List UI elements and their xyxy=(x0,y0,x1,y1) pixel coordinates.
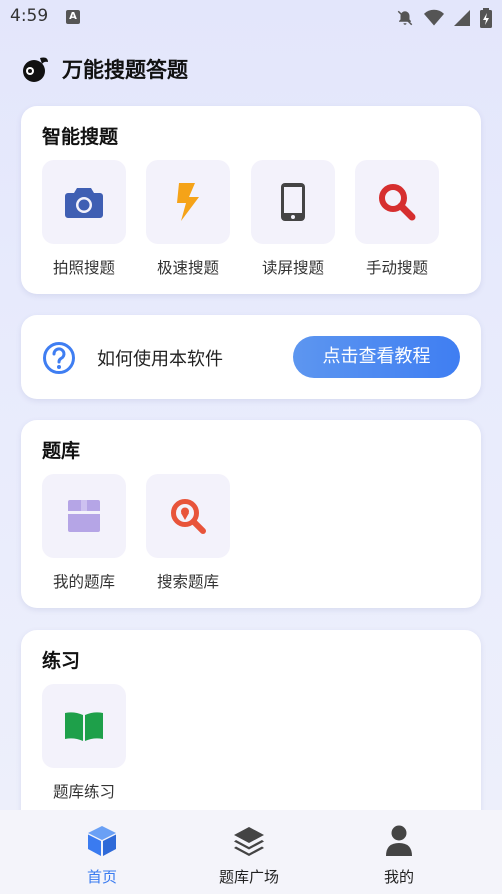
nav-question-plaza[interactable]: 题库广场 xyxy=(199,824,299,887)
app-logo-icon xyxy=(23,57,48,82)
person-icon xyxy=(386,825,412,856)
tile-label: 极速搜题 xyxy=(156,259,219,277)
status-bar: 4:59 A xyxy=(0,0,502,36)
manual-search-tile[interactable]: 手动搜题 xyxy=(355,160,439,278)
practice-card: 练习 题库练习 xyxy=(21,630,481,830)
battery-icon xyxy=(480,8,492,28)
app-title: 万能搜题答题 xyxy=(62,58,188,82)
photo-search-tile[interactable]: 拍照搜题 xyxy=(42,160,126,278)
open-book-icon xyxy=(65,712,103,741)
help-text: 如何使用本软件 xyxy=(97,349,223,370)
wifi-icon xyxy=(424,9,444,26)
signal-icon xyxy=(454,10,470,26)
nav-mine[interactable]: 我的 xyxy=(349,824,449,887)
screen-search-tile[interactable]: 读屏搜题 xyxy=(251,160,335,278)
search-question-bank-tile[interactable]: 搜索题库 xyxy=(146,474,230,592)
status-time: 4:59 xyxy=(10,6,49,26)
location-search-icon xyxy=(171,499,206,534)
card-title: 智能搜题 xyxy=(42,126,119,148)
status-icons xyxy=(396,8,492,28)
box-icon xyxy=(68,500,100,532)
fast-search-tile[interactable]: 极速搜题 xyxy=(146,160,230,278)
phone-icon xyxy=(281,183,305,221)
layers-icon xyxy=(234,827,264,856)
question-circle-icon xyxy=(43,342,75,374)
app-header: 万能搜题答题 xyxy=(20,54,188,84)
nav-home[interactable]: 首页 xyxy=(52,824,152,887)
bottom-nav: 首页 题库广场 我的 xyxy=(0,810,502,894)
tile-label: 搜索题库 xyxy=(156,573,219,591)
smart-search-card: 智能搜题 拍照搜题 极速搜题 读屏搜题 手动搜题 xyxy=(21,106,481,294)
card-title: 题库 xyxy=(42,440,81,462)
question-bank-card: 题库 我的题库 搜索题库 xyxy=(21,420,481,608)
question-bank-practice-tile[interactable]: 题库练习 xyxy=(42,684,126,802)
nav-label: 我的 xyxy=(383,868,414,886)
help-card: 如何使用本软件 点击查看教程 xyxy=(21,315,481,399)
my-question-bank-tile[interactable]: 我的题库 xyxy=(42,474,126,592)
lightning-icon xyxy=(177,183,199,221)
tile-label: 拍照搜题 xyxy=(52,259,115,277)
nav-label: 题库广场 xyxy=(218,868,279,886)
tile-label: 题库练习 xyxy=(52,783,115,801)
cube-icon xyxy=(88,826,116,856)
bell-off-icon xyxy=(397,10,413,26)
tile-label: 手动搜题 xyxy=(365,259,428,277)
tile-label: 读屏搜题 xyxy=(261,259,324,277)
notification-a-icon: A xyxy=(66,10,80,24)
nav-label: 首页 xyxy=(86,868,117,886)
tile-label: 我的题库 xyxy=(52,573,115,591)
card-title: 练习 xyxy=(42,650,81,672)
search-icon xyxy=(379,184,416,221)
view-tutorial-button[interactable]: 点击查看教程 xyxy=(293,336,460,378)
camera-icon xyxy=(65,188,103,218)
